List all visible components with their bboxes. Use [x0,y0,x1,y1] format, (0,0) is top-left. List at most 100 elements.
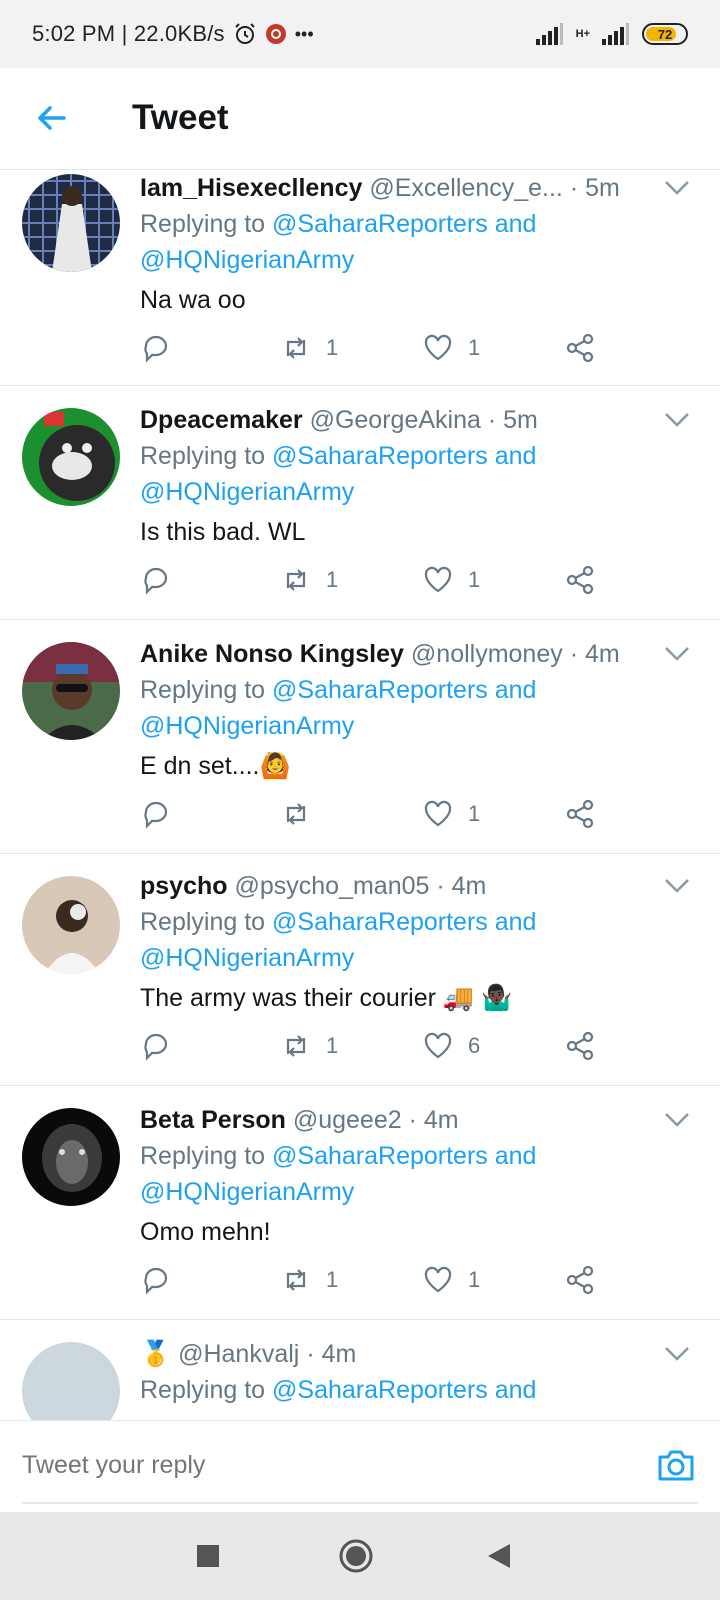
tweet-item[interactable]: psycho @psycho_man05 · 4m Replying to @S… [0,854,720,1086]
share-icon [566,799,594,829]
replying-to: Replying to @SaharaReporters and @HQNige… [140,904,580,976]
display-name[interactable]: Anike Nonso Kingsley [140,640,404,668]
and-link[interactable]: and [495,676,537,704]
tweet-item[interactable]: Beta Person @ugeee2 · 4m Replying to @Sa… [0,1086,720,1320]
mention-link[interactable]: @HQNigerianArmy [140,712,354,740]
system-nav-bar [0,1512,720,1600]
retweet-icon [286,569,306,591]
retweet-button[interactable]: 1 [280,564,338,596]
reply-input[interactable] [22,1445,622,1485]
share-icon [566,1265,594,1295]
share-button[interactable] [564,1030,596,1062]
and-link[interactable]: and [495,908,537,936]
display-name[interactable]: Dpeacemaker [140,406,303,434]
mention-link[interactable]: @SaharaReporters [272,442,488,470]
like-count: 1 [468,567,481,592]
retweet-button[interactable]: 1 [280,1264,338,1296]
tweet-actions: 1 [140,798,620,838]
handle[interactable]: @nollymoney [411,640,563,668]
avatar[interactable] [22,876,120,974]
avatar[interactable] [22,408,120,506]
handle[interactable]: @psycho_man05 [234,872,429,900]
and-link[interactable]: and [495,442,537,470]
display-name[interactable]: Beta Person [140,1106,286,1134]
mention-link[interactable]: @SaharaReporters [272,1142,488,1170]
mention-link[interactable]: @HQNigerianArmy [140,246,354,274]
avatar[interactable] [22,642,120,740]
handle[interactable]: @ugeee2 [293,1106,402,1134]
chevron-down-icon[interactable] [664,412,690,428]
and-link[interactable]: and [495,1142,537,1170]
and-link[interactable]: and [495,1376,537,1404]
reply-icon [144,567,168,595]
display-name[interactable]: 🥇 [140,1340,171,1368]
share-icon [566,1031,594,1061]
retweet-icon [286,1269,306,1291]
chevron-down-icon[interactable] [664,1346,690,1362]
reply-button[interactable] [140,564,172,596]
replying-prefix: Replying to [140,1376,266,1404]
retweet-count: 1 [326,567,339,592]
mention-link[interactable]: @SaharaReporters [272,676,488,704]
like-button[interactable]: 1 [422,1264,480,1296]
like-button[interactable]: 6 [422,1030,480,1062]
like-icon [424,1266,452,1293]
tweet-item[interactable]: Iam_Hisexecllency @Excellency_e... · 5m … [0,170,720,386]
tweet-text: Na wa oo [140,286,246,314]
retweet-button[interactable]: 1 [280,1030,338,1062]
chevron-down-icon[interactable] [664,180,690,196]
retweet-button[interactable]: 1 [280,332,338,364]
mention-link[interactable]: @SaharaReporters [272,908,488,936]
handle[interactable]: @Hankvalj [178,1340,299,1368]
display-name[interactable]: psycho [140,872,228,900]
share-button[interactable] [564,564,596,596]
nav-recents-icon[interactable] [196,1544,220,1568]
page-title: Tweet [132,98,229,137]
reply-icon [144,335,168,363]
tweet-text: E dn set....🙆 [140,752,291,780]
handle[interactable]: @GeorgeAkina [310,406,481,434]
share-button[interactable] [564,798,596,830]
reply-button[interactable] [140,332,172,364]
and-link[interactable]: and [495,210,537,238]
avatar[interactable] [22,174,120,272]
notification-app-icon [265,24,286,44]
mention-link[interactable]: @SaharaReporters [272,210,488,238]
share-button[interactable] [564,332,596,364]
like-button[interactable]: 1 [422,798,480,830]
camera-icon[interactable] [656,1447,696,1483]
mention-link[interactable]: @HQNigerianArmy [140,1178,354,1206]
mention-link[interactable]: @HQNigerianArmy [140,478,354,506]
back-arrow-icon[interactable] [34,100,70,136]
chevron-down-icon[interactable] [664,1112,690,1128]
tweet-item[interactable]: 🥇 @Hankvalj · 4m Replying to @SaharaRepo… [0,1320,720,1420]
replying-prefix: Replying to [140,210,266,238]
like-button[interactable]: 1 [422,332,480,364]
retweet-button[interactable] [280,798,326,830]
app-header: Tweet [0,68,720,170]
timestamp: · 4m [306,1340,357,1368]
reply-button[interactable] [140,1264,172,1296]
mention-link[interactable]: @HQNigerianArmy [140,944,354,972]
chevron-down-icon[interactable] [664,646,690,662]
nav-back-icon[interactable] [486,1542,512,1570]
timestamp: · 5m [569,174,620,202]
avatar[interactable] [22,1342,120,1420]
tweet-item[interactable]: Anike Nonso Kingsley @nollymoney · 4m Re… [0,620,720,854]
like-button[interactable]: 1 [422,564,480,596]
timestamp: · 4m [408,1106,459,1134]
tweet-item[interactable]: Dpeacemaker @GeorgeAkina · 5m Replying t… [0,386,720,620]
handle[interactable]: @Excellency_e... [369,174,563,202]
signal-2-icon [602,23,629,45]
mention-link[interactable]: @SaharaReporters [272,1376,488,1404]
alarm-icon [235,23,255,44]
reply-button[interactable] [140,1030,172,1062]
nav-home-icon[interactable] [338,1538,374,1574]
display-name[interactable]: Iam_Hisexecllency [140,174,362,202]
chevron-down-icon[interactable] [664,878,690,894]
share-button[interactable] [564,1264,596,1296]
reply-button[interactable] [140,798,172,830]
replying-to: Replying to @SaharaReporters and @HQNige… [140,672,580,744]
avatar[interactable] [22,1108,120,1206]
status-more: ••• [294,23,314,44]
